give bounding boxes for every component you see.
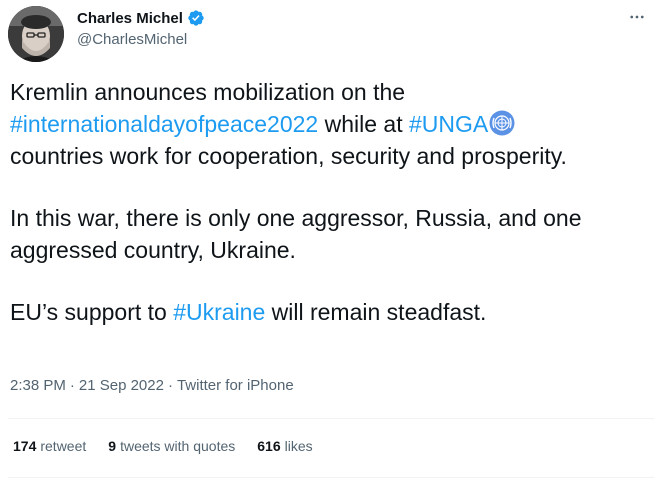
verified-badge-icon — [187, 9, 205, 27]
tweet-paragraph-1: Kremlin announces mobilization on the #i… — [10, 76, 655, 172]
avatar[interactable] — [8, 6, 64, 62]
text-segment: Kremlin announces mobilization on the — [10, 79, 406, 105]
tweet-card: Charles Michel @CharlesMichel Kremlin an… — [0, 0, 662, 481]
author-handle[interactable]: @CharlesMichel — [77, 31, 205, 48]
hashtag-ukraine[interactable]: #Ukraine — [173, 299, 265, 325]
author-name[interactable]: Charles Michel — [77, 10, 183, 27]
tweet-source[interactable]: Twitter for iPhone — [177, 377, 294, 394]
engagement-stats: 174 retweet 9 tweets with quotes 616 lik… — [13, 438, 313, 454]
more-options-button[interactable] — [624, 6, 650, 28]
tweet-text: Kremlin announces mobilization on the #i… — [10, 76, 655, 358]
tweet-meta: 2:38 PM · 21 Sep 2022 · Twitter for iPho… — [10, 377, 294, 394]
avatar-image — [8, 6, 64, 62]
tweet-date[interactable]: 21 Sep 2022 — [79, 377, 164, 394]
quotes-stat[interactable]: 9 tweets with quotes — [108, 438, 235, 454]
text-segment: while at — [318, 111, 409, 137]
meta-separator: · — [69, 377, 75, 394]
text-segment: will remain steadfast. — [265, 299, 487, 325]
tweet-time[interactable]: 2:38 PM — [10, 377, 66, 394]
text-segment: countries work for cooperation, security… — [10, 143, 567, 169]
author-block: Charles Michel @CharlesMichel — [77, 8, 205, 48]
meta-separator: · — [167, 377, 173, 394]
hashtag-internationaldayofpeace2022[interactable]: #internationaldayofpeace2022 — [10, 111, 318, 137]
retweets-stat[interactable]: 174 retweet — [13, 438, 86, 454]
united-nations-emoji-icon — [489, 110, 515, 136]
divider — [8, 418, 654, 419]
likes-count: 616 — [257, 438, 281, 454]
likes-label: likes — [284, 438, 313, 454]
text-segment: EU’s support to — [10, 299, 174, 325]
quotes-count: 9 — [108, 438, 117, 454]
retweets-count: 174 — [13, 438, 37, 454]
hashtag-unga[interactable]: #UNGA — [409, 111, 488, 137]
more-dots-icon — [630, 15, 644, 19]
tweet-paragraph-2: In this war, there is only one aggressor… — [10, 205, 582, 263]
name-row: Charles Michel — [77, 8, 205, 28]
likes-stat[interactable]: 616 likes — [257, 438, 312, 454]
quotes-label: tweets with quotes — [120, 438, 236, 454]
tweet-paragraph-3: EU’s support to #Ukraine will remain ste… — [10, 296, 655, 328]
retweets-label: retweet — [40, 438, 87, 454]
divider — [8, 477, 654, 478]
